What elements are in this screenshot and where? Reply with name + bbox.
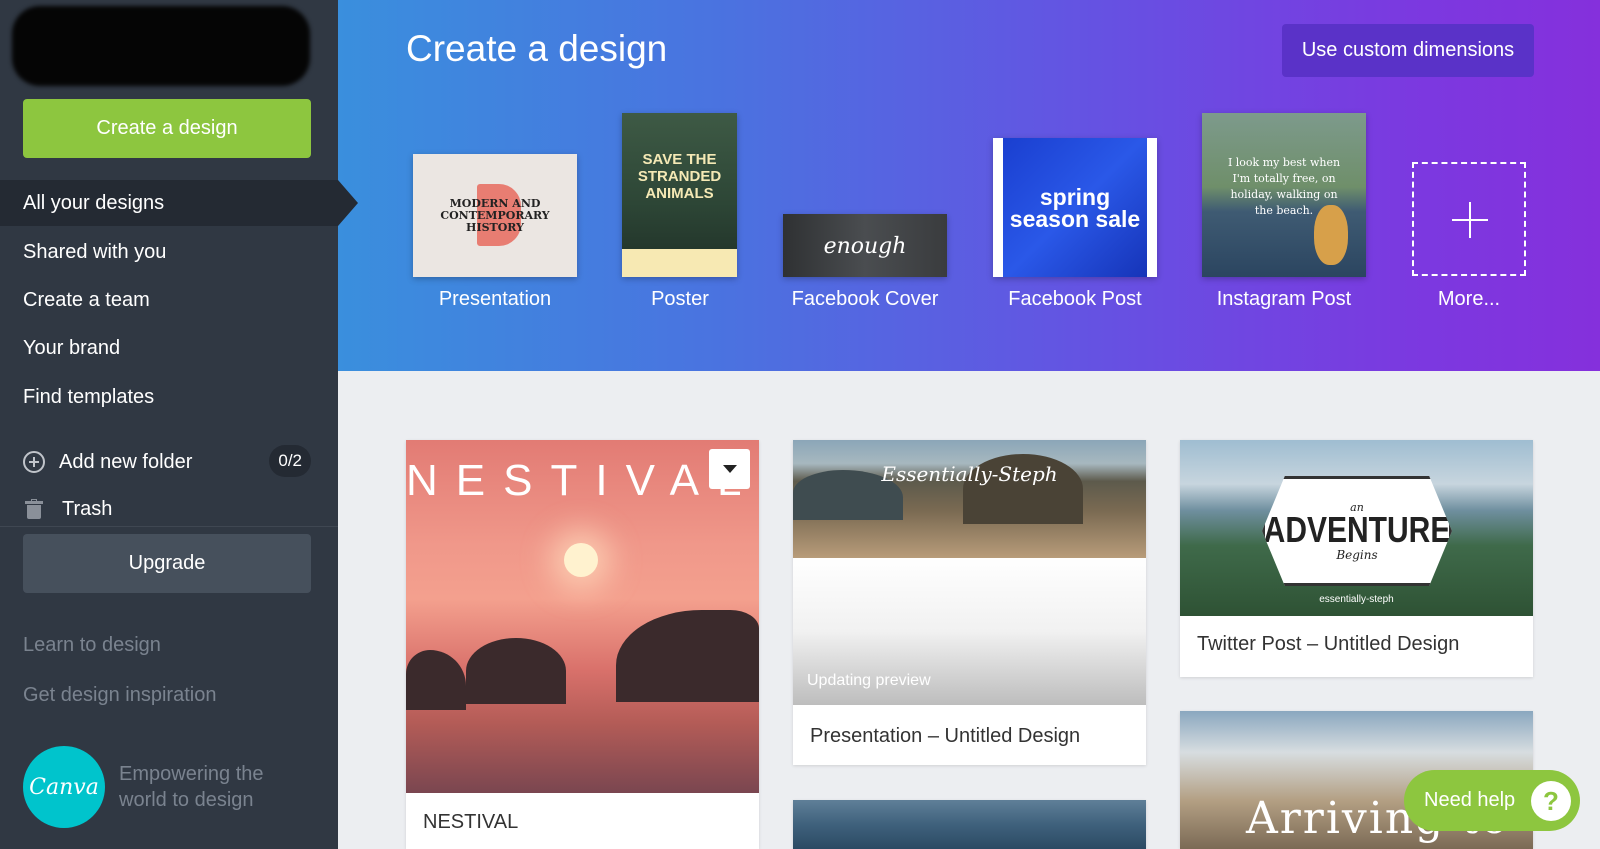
island-shape	[466, 638, 566, 704]
island-shape	[406, 650, 466, 710]
design-card-nestival[interactable]: NESTIVAL NESTIVAL	[406, 440, 759, 849]
twitter-preview: an ADVENTURE Begins essentially-steph	[1180, 440, 1533, 616]
nav-shared-with-you[interactable]: Shared with you	[0, 229, 338, 275]
nav-all-designs[interactable]: All your designs	[0, 180, 358, 226]
presentation-preview: Essentially-Steph	[793, 440, 1146, 558]
card-menu-dropdown[interactable]	[709, 449, 750, 489]
adventure-badge: an ADVENTURE Begins	[1262, 476, 1452, 586]
fb-post-thumb-text: spring season sale	[1003, 138, 1147, 277]
canva-logo: Canva	[23, 746, 105, 828]
design-card-presentation[interactable]: Essentially-Steph Updating preview Prese…	[793, 440, 1146, 765]
nav-create-team[interactable]: Create a team	[0, 277, 338, 323]
card-title: Twitter Post – Untitled Design	[1197, 633, 1460, 655]
design-card-twitter[interactable]: an ADVENTURE Begins essentially-steph Tw…	[1180, 440, 1533, 677]
add-folder-row[interactable]: Add new folder 0/2	[23, 445, 311, 479]
presentation-thumb[interactable]: MODERN AND CONTEMPORARY HISTORY	[413, 154, 577, 277]
trash-icon	[25, 499, 43, 519]
account-menu-redacted[interactable]	[12, 6, 310, 86]
updating-preview-text: Updating preview	[807, 672, 931, 689]
tagline: Empowering the world to design	[119, 763, 264, 811]
add-folder-label: Add new folder	[59, 450, 193, 473]
trash-label: Trash	[62, 497, 113, 520]
card-title: NESTIVAL	[423, 811, 519, 833]
upgrade-button[interactable]: Upgrade	[23, 534, 311, 593]
trash-link[interactable]: Trash	[23, 492, 223, 526]
folder-count-badge: 0/2	[269, 445, 311, 477]
design-inspiration-link[interactable]: Get design inspiration	[23, 684, 216, 707]
more-types-plus-icon[interactable]	[1412, 162, 1526, 276]
question-icon: ?	[1531, 781, 1571, 821]
badge-adventure: ADVENTURE	[1263, 510, 1451, 550]
type-label-facebook-cover[interactable]: Facebook Cover	[765, 288, 965, 311]
badge-credit: essentially-steph	[1319, 594, 1394, 605]
instagram-post-thumb[interactable]: I look my best when I'm totally free, on…	[1202, 113, 1366, 277]
pineapple-shape	[1314, 205, 1348, 265]
brand-footer: Canva Empowering the world to design	[23, 746, 279, 828]
poster-thumb[interactable]: SAVE THE STRANDED ANIMALS	[622, 113, 737, 277]
facebook-cover-thumb[interactable]: enough	[783, 214, 947, 277]
type-label-facebook-post[interactable]: Facebook Post	[975, 288, 1175, 311]
poster-band	[622, 249, 737, 277]
facebook-post-thumb[interactable]: spring season sale	[993, 138, 1157, 277]
fb-cover-thumb-text: enough	[823, 234, 907, 259]
partial-preview	[793, 800, 1146, 849]
add-circle-icon	[23, 451, 45, 473]
nestival-preview: NESTIVAL	[406, 440, 759, 793]
type-label-presentation[interactable]: Presentation	[395, 288, 595, 311]
create-design-button[interactable]: Create a design	[23, 99, 311, 158]
sun-shape	[564, 543, 598, 577]
sidebar-divider	[0, 526, 338, 527]
nestival-overlay-text: NESTIVAL	[406, 456, 759, 505]
type-label-more[interactable]: More...	[1369, 288, 1569, 311]
presentation-overlay-text: Essentially-Steph	[881, 462, 1058, 486]
chevron-down-icon	[722, 465, 737, 473]
custom-dimensions-button[interactable]: Use custom dimensions	[1282, 24, 1534, 77]
nav-find-templates[interactable]: Find templates	[0, 374, 338, 420]
presentation-thumb-text: MODERN AND CONTEMPORARY HISTORY	[440, 196, 550, 234]
type-label-instagram-post[interactable]: Instagram Post	[1184, 288, 1384, 311]
need-help-label: Need help	[1424, 789, 1516, 811]
type-label-poster[interactable]: Poster	[580, 288, 780, 311]
need-help-button[interactable]: Need help ?	[1404, 770, 1580, 831]
design-card-partial[interactable]	[793, 800, 1146, 849]
island-shape	[616, 610, 759, 702]
poster-thumb-text: SAVE THE STRANDED ANIMALS	[637, 151, 722, 202]
sidebar: Create a design All your designs Shared …	[0, 0, 358, 849]
card-title: Presentation – Untitled Design	[810, 725, 1081, 747]
hero-title: Create a design	[406, 28, 668, 69]
nav-your-brand[interactable]: Your brand	[0, 325, 338, 371]
create-design-hero: Create a design Use custom dimensions MO…	[338, 0, 1600, 371]
learn-to-design-link[interactable]: Learn to design	[23, 634, 161, 657]
